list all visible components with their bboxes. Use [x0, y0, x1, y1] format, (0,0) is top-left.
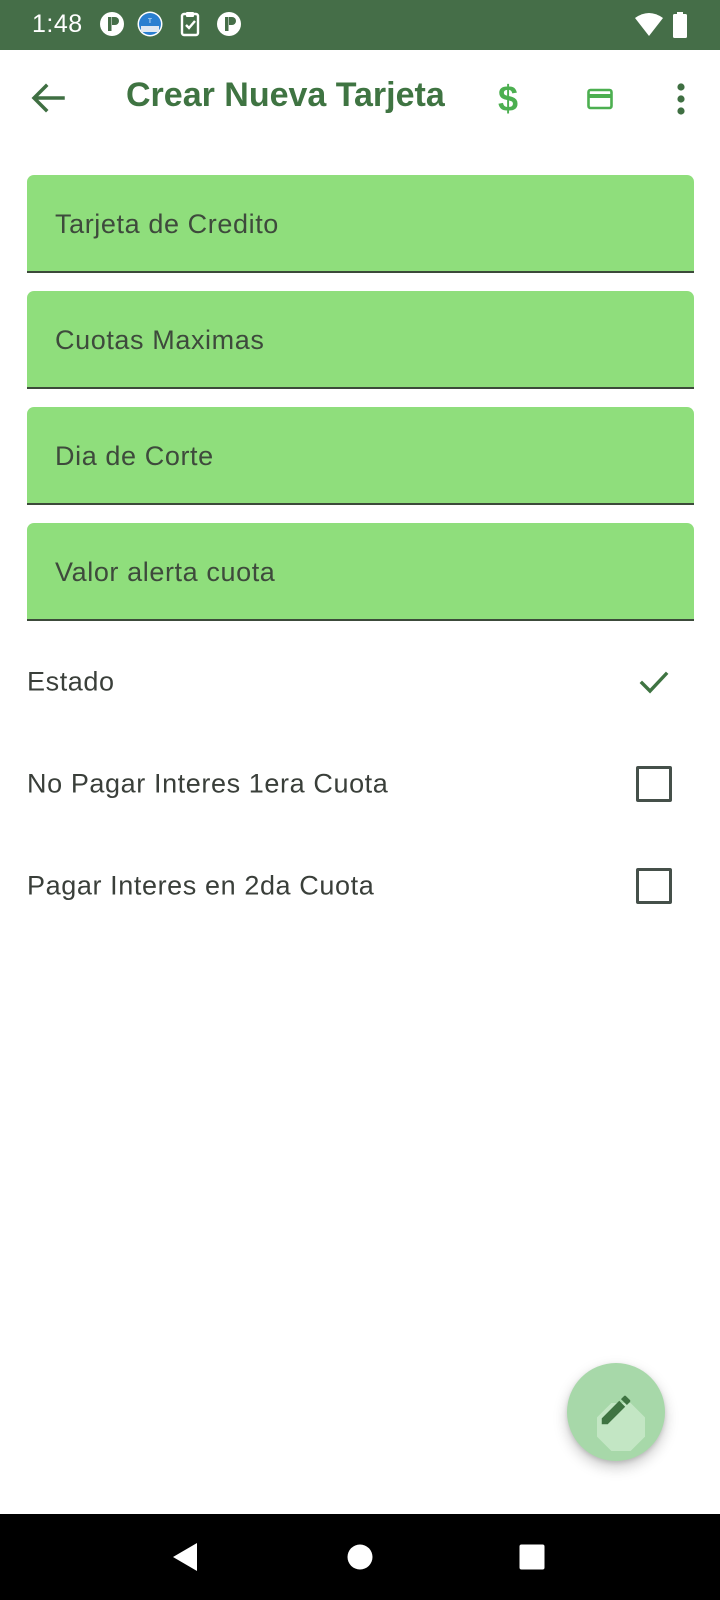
interest-second-installment-checkbox[interactable] — [636, 868, 672, 904]
no-interest-first-installment-row[interactable]: No Pagar Interes 1era Cuota — [27, 748, 694, 820]
credit-card-icon — [587, 88, 613, 110]
recents-square-icon — [519, 1544, 545, 1570]
max-installments-field[interactable] — [27, 291, 694, 389]
svg-text:T: T — [147, 18, 152, 25]
weather-notification-icon: T — [137, 11, 163, 37]
navigation-bar — [0, 1514, 720, 1600]
credit-card-name-field[interactable] — [27, 175, 694, 273]
status-bar: 1:48 T — [0, 0, 720, 50]
cutoff-day-input[interactable] — [27, 407, 694, 503]
installment-alert-value-field[interactable] — [27, 523, 694, 621]
cutoff-day-field[interactable] — [27, 407, 694, 505]
more-options-button[interactable] — [654, 72, 708, 126]
edit-pencil-icon — [601, 1395, 631, 1425]
home-circle-icon — [347, 1544, 373, 1570]
max-installments-input[interactable] — [27, 291, 694, 387]
back-triangle-icon — [173, 1543, 197, 1571]
status-time: 1:48 — [32, 10, 83, 38]
edit-fab[interactable] — [567, 1363, 665, 1461]
app-bar: Crear Nueva Tarjeta $ — [0, 50, 720, 148]
no-interest-first-installment-checkbox[interactable] — [636, 766, 672, 802]
installment-alert-value-input[interactable] — [27, 523, 694, 619]
wifi-icon — [635, 13, 663, 36]
interest-second-installment-label: Pagar Interes en 2da Cuota — [27, 870, 375, 901]
credit-card-button[interactable] — [573, 72, 627, 126]
status-label: Estado — [27, 666, 115, 697]
clipboard-check-notification-icon — [180, 12, 200, 37]
app-notification-icon — [217, 12, 241, 36]
app-notification-icon — [100, 12, 124, 36]
credit-card-name-input[interactable] — [27, 175, 694, 271]
arrow-back-icon — [31, 83, 65, 113]
battery-icon — [673, 12, 687, 38]
nav-back-button[interactable] — [160, 1532, 210, 1582]
status-toggle-row[interactable]: Estado — [27, 646, 694, 718]
no-interest-first-installment-label: No Pagar Interes 1era Cuota — [27, 768, 389, 799]
checkmark-icon[interactable] — [634, 662, 674, 702]
interest-second-installment-row[interactable]: Pagar Interes en 2da Cuota — [27, 850, 694, 922]
more-vert-icon — [677, 83, 685, 115]
nav-home-button[interactable] — [335, 1532, 385, 1582]
nav-recents-button[interactable] — [507, 1532, 557, 1582]
back-button[interactable] — [22, 72, 74, 124]
currency-button[interactable]: $ — [481, 72, 535, 126]
page-title: Crear Nueva Tarjeta — [126, 76, 445, 114]
dollar-icon: $ — [497, 78, 519, 119]
